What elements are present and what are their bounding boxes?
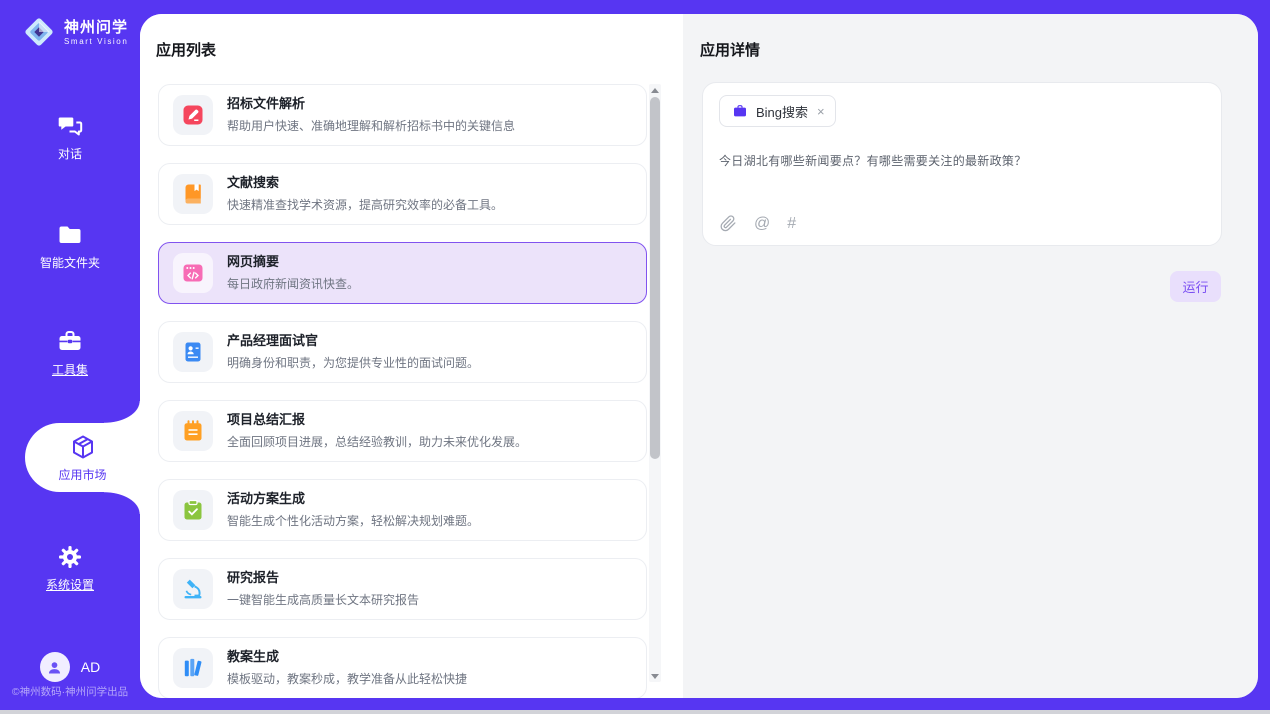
sidebar-item-label: 工具集 <box>52 361 88 378</box>
app-desc: 快速精准查找学术资源，提高研究效率的必备工具。 <box>227 196 503 213</box>
brand-name: 神州问学 <box>64 19 128 37</box>
app-card[interactable]: 产品经理面试官明确身份和职责，为您提供专业性的面试问题。 <box>158 321 647 383</box>
app-icon-box <box>173 332 213 372</box>
app-meta: 招标文件解析帮助用户快速、准确地理解和解析招标书中的关键信息 <box>227 96 515 134</box>
avatar <box>40 652 70 682</box>
sidebar-item-label: 系统设置 <box>46 576 94 593</box>
app-card[interactable]: 项目总结汇报全面回顾项目进展，总结经验教训，助力未来优化发展。 <box>158 400 647 462</box>
sidebar-item-label: 应用市场 <box>58 466 106 483</box>
paperclip-icon[interactable] <box>720 215 737 232</box>
sidebar-item-cube[interactable]: 应用市场 <box>25 423 140 492</box>
app-card[interactable]: 活动方案生成智能生成个性化活动方案，轻松解决规划难题。 <box>158 479 647 541</box>
app-card[interactable]: 教案生成模板驱动，教案秒成，教学准备从此轻松快捷 <box>158 637 647 698</box>
app-icon-box <box>173 411 213 451</box>
app-name: 文献搜索 <box>227 175 503 190</box>
briefcase-icon <box>732 103 748 119</box>
app-meta: 文献搜索快速精准查找学术资源，提高研究效率的必备工具。 <box>227 175 503 213</box>
sidebar-item-label: 对话 <box>58 145 82 162</box>
app-window: 神州问学 Smart Vision 对话智能文件夹工具集应用市场系统设置 AD … <box>0 0 1270 714</box>
scroll-down-arrow[interactable] <box>649 670 661 682</box>
app-desc: 模板驱动，教案秒成，教学准备从此轻松快捷 <box>227 670 467 687</box>
app-name: 教案生成 <box>227 649 467 664</box>
app-name: 活动方案生成 <box>227 491 479 506</box>
run-button[interactable]: 运行 <box>1170 271 1221 302</box>
sidebar: 神州问学 Smart Vision 对话智能文件夹工具集应用市场系统设置 AD … <box>0 0 140 710</box>
app-card[interactable]: 文献搜索快速精准查找学术资源，提高研究效率的必备工具。 <box>158 163 647 225</box>
app-card[interactable]: 研究报告一键智能生成高质量长文本研究报告 <box>158 558 647 620</box>
user-account[interactable]: AD <box>0 652 140 682</box>
brand-diamond-icon <box>20 13 58 51</box>
prompt-card[interactable]: Bing搜索 × 今日湖北有哪些新闻要点？有哪些需要关注的最新政策？ @ # <box>702 82 1222 246</box>
app-meta: 产品经理面试官明确身份和职责，为您提供专业性的面试问题。 <box>227 333 479 371</box>
app-desc: 一键智能生成高质量长文本研究报告 <box>227 591 419 608</box>
scrollbar[interactable] <box>649 84 661 682</box>
gear-icon <box>56 543 84 571</box>
app-list-title: 应用列表 <box>156 39 216 60</box>
app-detail-panel: 应用详情 Bing搜索 × 今日湖北有哪些新闻要点？有哪些需要关注的最新政策？ … <box>683 14 1258 698</box>
toolbox-icon <box>56 328 84 356</box>
app-list-panel: 应用列表 招标文件解析帮助用户快速、准确地理解和解析招标书中的关键信息文献搜索快… <box>140 14 683 698</box>
app-desc: 全面回顾项目进展，总结经验教训，助力未来优化发展。 <box>227 433 527 450</box>
sidebar-item-toolbox[interactable]: 工具集 <box>0 328 140 378</box>
hash-icon[interactable]: # <box>787 215 796 232</box>
app-icon-box <box>173 253 213 293</box>
scrollbar-thumb[interactable] <box>650 97 660 459</box>
app-meta: 项目总结汇报全面回顾项目进展，总结经验教训，助力未来优化发展。 <box>227 412 527 450</box>
notepad-icon <box>181 419 205 443</box>
sidebar-item-chat-bubbles[interactable]: 对话 <box>0 112 140 162</box>
clipboard-check-icon <box>181 498 205 522</box>
mention-icon[interactable]: @ <box>754 215 770 232</box>
tool-chip[interactable]: Bing搜索 × <box>719 95 836 127</box>
scroll-up-arrow[interactable] <box>649 84 661 96</box>
app-icon-box <box>173 648 213 688</box>
chip-close-icon[interactable]: × <box>817 104 825 119</box>
app-desc: 每日政府新闻资讯快查。 <box>227 275 359 292</box>
document-edit-icon <box>181 103 205 127</box>
main-content: 应用列表 招标文件解析帮助用户快速、准确地理解和解析招标书中的关键信息文献搜索快… <box>140 14 1258 698</box>
sidebar-item-folder[interactable]: 智能文件夹 <box>0 221 140 271</box>
app-list: 招标文件解析帮助用户快速、准确地理解和解析招标书中的关键信息文献搜索快速精准查找… <box>158 84 647 698</box>
app-name: 研究报告 <box>227 570 419 585</box>
app-desc: 智能生成个性化活动方案，轻松解决规划难题。 <box>227 512 479 529</box>
folder-icon <box>56 221 84 249</box>
app-name: 产品经理面试官 <box>227 333 479 348</box>
books-icon <box>181 656 205 680</box>
app-meta: 教案生成模板驱动，教案秒成，教学准备从此轻松快捷 <box>227 649 467 687</box>
app-icon-box <box>173 490 213 530</box>
app-name: 项目总结汇报 <box>227 412 527 427</box>
query-text[interactable]: 今日湖北有哪些新闻要点？有哪些需要关注的最新政策？ <box>719 152 1205 169</box>
app-desc: 明确身份和职责，为您提供专业性的面试问题。 <box>227 354 479 371</box>
tool-chip-label: Bing搜索 <box>756 102 808 121</box>
app-meta: 研究报告一键智能生成高质量长文本研究报告 <box>227 570 419 608</box>
app-icon-box <box>173 174 213 214</box>
brand-logo: 神州问学 Smart Vision <box>20 13 128 51</box>
app-icon-box <box>173 569 213 609</box>
app-card[interactable]: 招标文件解析帮助用户快速、准确地理解和解析招标书中的关键信息 <box>158 84 647 146</box>
app-name: 招标文件解析 <box>227 96 515 111</box>
app-desc: 帮助用户快速、准确地理解和解析招标书中的关键信息 <box>227 117 515 134</box>
brand-subtitle: Smart Vision <box>64 37 128 46</box>
app-name: 网页摘要 <box>227 254 359 269</box>
app-meta: 网页摘要每日政府新闻资讯快查。 <box>227 254 359 292</box>
copyright: ©神州数码·神州问学出品 <box>0 684 140 699</box>
sidebar-item-gear[interactable]: 系统设置 <box>0 543 140 593</box>
app-card[interactable]: 网页摘要每日政府新闻资讯快查。 <box>158 242 647 304</box>
sidebar-item-label: 智能文件夹 <box>40 254 100 271</box>
user-initials: AD <box>81 659 100 675</box>
bottom-strip <box>0 710 1270 714</box>
app-icon-box <box>173 95 213 135</box>
microscope-icon <box>181 577 205 601</box>
book-icon <box>181 182 205 206</box>
cube-icon <box>69 433 97 461</box>
attachment-toolbar: @ # <box>720 215 796 232</box>
resume-icon <box>181 340 205 364</box>
chat-bubbles-icon <box>56 112 84 140</box>
app-detail-title: 应用详情 <box>700 39 760 60</box>
browser-code-icon <box>181 261 205 285</box>
app-meta: 活动方案生成智能生成个性化活动方案，轻松解决规划难题。 <box>227 491 479 529</box>
